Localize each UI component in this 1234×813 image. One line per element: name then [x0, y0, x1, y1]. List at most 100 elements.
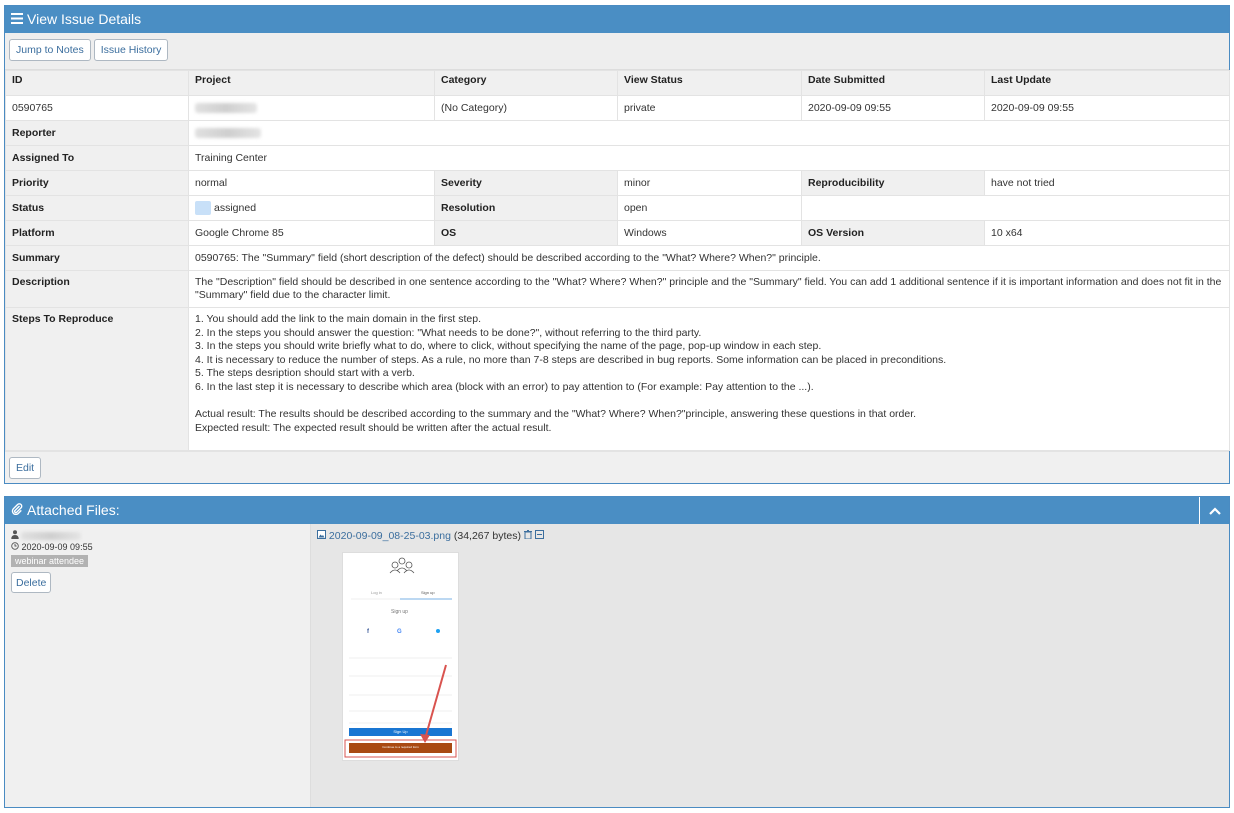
- user-icon: [11, 529, 19, 542]
- status-value: assigned: [214, 201, 257, 214]
- platform-label: Platform: [5, 220, 189, 246]
- issue-details-panel: View Issue Details Jump to Notes Issue H…: [4, 5, 1230, 484]
- table-row: Description The "Description" field shou…: [5, 270, 1230, 308]
- step-line: 6. In the last step it is necessary to d…: [195, 380, 814, 393]
- svg-text:f: f: [367, 629, 370, 635]
- step-line: 5. The steps desription should start wit…: [195, 367, 415, 379]
- table-row: Steps To Reproduce 1. You should add the…: [5, 307, 1230, 451]
- trash-icon[interactable]: [523, 530, 535, 542]
- resolution-label: Resolution: [434, 195, 618, 221]
- upload-date: 2020-09-09 09:55: [21, 542, 93, 552]
- issue-id: 0590765: [5, 95, 189, 121]
- table-row: 0590765 (No Category) private 2020-09-09…: [5, 95, 1230, 121]
- empty-cell: [801, 195, 1230, 221]
- thumb-tab-login: Log in: [371, 590, 382, 595]
- resolution-value: open: [617, 195, 802, 221]
- description-value: The "Description" field should be descri…: [188, 270, 1230, 308]
- reproducibility-value: have not tried: [984, 170, 1230, 196]
- assigned-to-value: Training Center: [188, 145, 1230, 171]
- severity-value: minor: [617, 170, 802, 196]
- uploader-name-redacted: [21, 531, 81, 540]
- os-version-label: OS Version: [801, 220, 985, 246]
- user-role-tag: webinar attendee: [11, 555, 89, 567]
- attachment-thumbnail[interactable]: f G Log in Sign up Sign up Sign Up Conti…: [342, 552, 459, 761]
- thumb-tab-signup: Sign up: [421, 590, 435, 595]
- reporter-label: Reporter: [5, 120, 189, 146]
- table-header-row: ID Project Category View Status Date Sub…: [5, 70, 1230, 96]
- table-row: Assigned To Training Center: [5, 145, 1230, 171]
- status-label: Status: [5, 195, 189, 221]
- os-label: OS: [434, 220, 618, 246]
- issue-details-table: ID Project Category View Status Date Sub…: [5, 70, 1230, 451]
- step-line: 1. You should add the link to the main d…: [195, 313, 482, 325]
- column-header: ID: [5, 70, 189, 96]
- uploader-line: [11, 529, 304, 542]
- assigned-to-label: Assigned To: [5, 145, 189, 171]
- status-color-swatch: [195, 201, 211, 215]
- severity-label: Severity: [434, 170, 618, 196]
- column-header: View Status: [617, 70, 802, 96]
- panel-title: View Issue Details: [27, 11, 142, 27]
- edit-button[interactable]: Edit: [9, 457, 42, 479]
- status-cell: assigned: [188, 195, 435, 221]
- column-header: Project: [188, 70, 435, 96]
- attachment-meta: 2020-09-09 09:55 webinar attendee Delete: [5, 524, 311, 807]
- clock-icon: [11, 542, 22, 552]
- view-status-value: private: [617, 95, 802, 121]
- date-submitted-value: 2020-09-09 09:55: [801, 95, 985, 121]
- collapse-panel-button[interactable]: [1199, 497, 1229, 524]
- category-value: (No Category): [434, 95, 618, 121]
- issue-history-button[interactable]: Issue History: [93, 39, 169, 61]
- platform-value: Google Chrome 85: [188, 220, 435, 246]
- table-row: Platform Google Chrome 85 OS Windows OS …: [5, 220, 1230, 246]
- table-row: Priority normal Severity minor Reproduci…: [5, 170, 1230, 196]
- thumb-highlight-text: Continue to a required form: [382, 745, 419, 749]
- file-line: 2020-09-09_08-25-03.png (34,267 bytes): [317, 530, 1223, 542]
- attached-files-panel: Attached Files: 2020-09-09 09:55 webinar…: [4, 496, 1230, 808]
- table-row: Summary 0590765: The "Summary" field (sh…: [5, 245, 1230, 271]
- issue-details-header: View Issue Details: [5, 6, 1229, 33]
- priority-label: Priority: [5, 170, 189, 196]
- collapse-icon[interactable]: [534, 530, 544, 542]
- os-value: Windows: [617, 220, 802, 246]
- step-line: 4. It is necessary to reduce the number …: [195, 353, 947, 366]
- expected-result: Expected result: The expected result sho…: [195, 421, 552, 434]
- table-row: Status assigned Resolution open: [5, 195, 1230, 221]
- attachment-content: 2020-09-09_08-25-03.png (34,267 bytes) f…: [311, 524, 1229, 807]
- reproducibility-label: Reproducibility: [801, 170, 985, 196]
- issue-toolbar: Jump to Notes Issue History: [5, 33, 1229, 70]
- os-version-value: 10 x64: [984, 220, 1230, 246]
- steps-value: 1. You should add the link to the main d…: [188, 307, 1230, 451]
- column-header: Last Update: [984, 70, 1230, 96]
- project-value-redacted: [188, 95, 435, 121]
- image-file-icon: [317, 530, 329, 542]
- reporter-value-redacted: [188, 120, 1230, 146]
- jump-to-notes-button[interactable]: Jump to Notes: [9, 39, 91, 61]
- summary-label: Summary: [5, 245, 189, 271]
- actual-result: Actual result: The results should be des…: [195, 408, 917, 420]
- attached-files-header: Attached Files:: [5, 497, 1229, 524]
- paperclip-icon: [11, 497, 23, 524]
- panel-title: Attached Files:: [27, 502, 120, 518]
- step-line: 3. In the steps you should write briefly…: [195, 340, 822, 352]
- edit-bar: Edit: [5, 451, 1229, 483]
- steps-label: Steps To Reproduce: [5, 307, 189, 451]
- chevron-up-icon: [1208, 497, 1221, 524]
- svg-text:G: G: [397, 629, 402, 635]
- priority-value: normal: [188, 170, 435, 196]
- attachment-row: 2020-09-09 09:55 webinar attendee Delete…: [5, 524, 1229, 807]
- column-header: Category: [434, 70, 618, 96]
- logo-icon: [389, 557, 415, 574]
- file-size: (34,267 bytes): [453, 530, 521, 542]
- step-line: 2. In the steps you should answer the qu…: [195, 326, 702, 339]
- description-label: Description: [5, 270, 189, 308]
- table-row: Reporter: [5, 120, 1230, 146]
- thumb-signup-button: Sign Up: [393, 729, 408, 734]
- thumb-heading: Sign up: [391, 609, 408, 615]
- column-header: Date Submitted: [801, 70, 985, 96]
- summary-value: 0590765: The "Summary" field (short desc…: [188, 245, 1230, 271]
- last-update-value: 2020-09-09 09:55: [984, 95, 1230, 121]
- file-link[interactable]: 2020-09-09_08-25-03.png: [329, 530, 451, 542]
- upload-date-line: 2020-09-09 09:55: [11, 542, 304, 552]
- delete-button[interactable]: Delete: [11, 572, 52, 593]
